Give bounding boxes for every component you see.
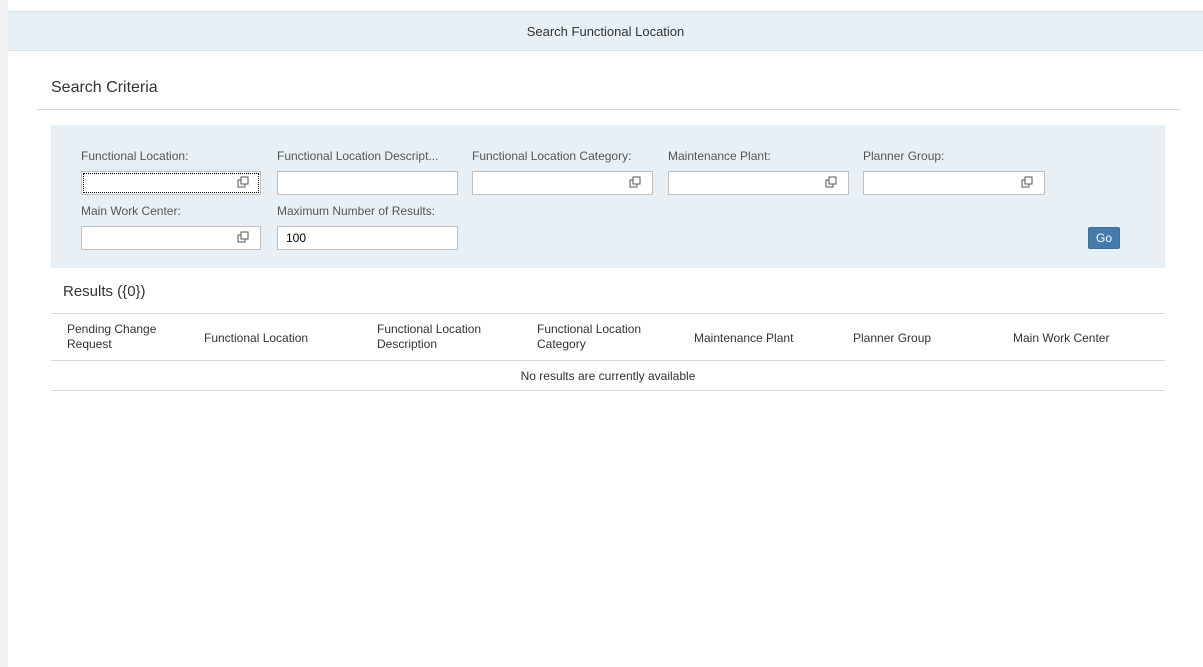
column-header-functional-location-category[interactable]: Functional Location Category bbox=[537, 322, 641, 352]
value-help-icon[interactable] bbox=[237, 176, 249, 188]
value-help-icon[interactable] bbox=[825, 176, 837, 188]
main-work-center-input[interactable] bbox=[81, 226, 261, 250]
field-label: Functional Location Descript... bbox=[277, 149, 439, 163]
field-label: Planner Group: bbox=[863, 149, 945, 163]
empty-results-message: No results are currently available bbox=[51, 361, 1165, 391]
go-button[interactable]: Go bbox=[1088, 227, 1120, 249]
column-header-planner-group[interactable]: Planner Group bbox=[853, 331, 931, 346]
field-label: Functional Location: bbox=[81, 149, 189, 163]
search-criteria-title: Search Criteria bbox=[51, 79, 158, 96]
field-label: Maximum Number of Results: bbox=[277, 204, 436, 218]
value-help-icon[interactable] bbox=[237, 231, 249, 243]
planner-group-input[interactable] bbox=[863, 171, 1045, 195]
column-header-pending-change-request[interactable]: Pending Change Request bbox=[67, 322, 156, 352]
column-header-main-work-center[interactable]: Main Work Center bbox=[1013, 331, 1109, 346]
search-criteria-panel: Functional Location: Functional Location… bbox=[51, 125, 1165, 268]
functional-location-category-input[interactable] bbox=[472, 171, 653, 195]
left-edge-bar bbox=[0, 0, 8, 667]
functional-location-input[interactable] bbox=[81, 171, 261, 195]
table-header: Pending Change Request Functional Locatio… bbox=[51, 314, 1165, 361]
column-header-functional-location[interactable]: Functional Location bbox=[204, 331, 308, 346]
column-header-maintenance-plant[interactable]: Maintenance Plant bbox=[694, 331, 793, 346]
functional-location-description-input[interactable] bbox=[277, 171, 458, 195]
column-header-functional-location-description[interactable]: Functional Location Description bbox=[377, 322, 481, 352]
maintenance-plant-input[interactable] bbox=[668, 171, 849, 195]
results-table: Pending Change Request Functional Locatio… bbox=[51, 313, 1165, 392]
section-divider bbox=[37, 109, 1180, 110]
field-label: Maintenance Plant: bbox=[668, 149, 771, 163]
field-label: Functional Location Category: bbox=[472, 149, 632, 163]
page-title: Search Functional Location bbox=[526, 23, 685, 39]
page-title-bar: Search Functional Location bbox=[8, 11, 1203, 51]
results-title: Results ({0}) bbox=[63, 283, 146, 300]
value-help-icon[interactable] bbox=[629, 176, 641, 188]
maximum-results-input[interactable]: 100 bbox=[277, 226, 458, 250]
value-help-icon[interactable] bbox=[1021, 176, 1033, 188]
field-label: Main Work Center: bbox=[81, 204, 181, 218]
